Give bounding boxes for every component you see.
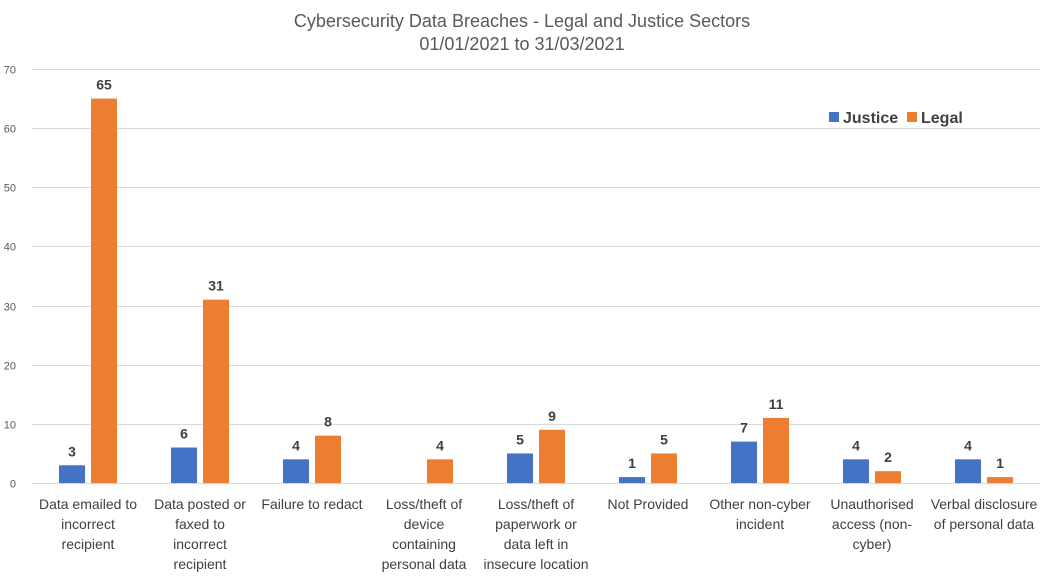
data-label: 1: [628, 455, 636, 471]
y-tick-label: 20: [4, 361, 16, 373]
bar-legal: [91, 98, 117, 484]
data-label: 8: [324, 414, 332, 430]
bar-legal: [203, 299, 229, 483]
data-label: 9: [548, 408, 556, 424]
bar-chart: Cybersecurity Data Breaches - Legal and …: [4, 11, 1040, 572]
y-tick-label: 10: [4, 420, 16, 432]
bar-justice: [843, 459, 869, 483]
x-tick-label: Verbal disclosure of personal data: [931, 496, 1038, 532]
x-tick-label: Failure to redact: [261, 496, 362, 512]
bar-legal: [651, 453, 677, 483]
bar-legal: [875, 471, 901, 483]
x-tick-label: Unauthorised access (non-cyber): [830, 496, 913, 552]
bar-justice: [731, 441, 757, 483]
y-tick-label: 50: [4, 183, 16, 195]
bar-justice: [171, 447, 197, 483]
x-tick-label: Loss/theft of device containing personal da…: [382, 496, 467, 572]
data-label: 4: [436, 437, 444, 453]
bar-legal: [763, 417, 789, 483]
data-label: 11: [769, 396, 784, 412]
bar-legal: [987, 477, 1013, 483]
data-label: 5: [660, 431, 668, 447]
bar-justice: [955, 459, 981, 483]
y-tick-label: 0: [10, 479, 16, 491]
data-label: 4: [964, 437, 972, 453]
y-tick-label: 30: [4, 302, 16, 314]
legend: Justice Legal: [829, 110, 963, 127]
bars: [59, 98, 1013, 484]
legend-label-legal: Legal: [921, 110, 963, 127]
legend-swatch-legal: [907, 112, 917, 122]
data-label: 3: [68, 443, 76, 459]
y-axis: 0 10 20 30 40 50 60 70: [4, 65, 16, 491]
legend-label-justice: Justice: [843, 110, 898, 127]
y-tick-label: 40: [4, 242, 16, 254]
data-label: 4: [852, 437, 860, 453]
y-tick-label: 70: [4, 65, 16, 77]
bar-legal: [539, 429, 565, 483]
bar-justice: [59, 465, 85, 483]
chart-title: Cybersecurity Data Breaches - Legal and …: [294, 11, 750, 31]
x-axis: Data emailed to incorrect recipient Data po…: [39, 496, 1038, 572]
data-label: 31: [208, 278, 224, 294]
data-label: 2: [884, 449, 892, 465]
bar-justice: [507, 453, 533, 483]
data-label: 7: [740, 420, 748, 436]
data-label: 1: [996, 455, 1004, 471]
data-label: 65: [96, 77, 112, 93]
x-tick-label: Data emailed to incorrect recipient: [39, 496, 137, 552]
x-tick-label: Data posted or faxed to incorrect recipient: [154, 496, 246, 572]
data-label: 4: [292, 437, 300, 453]
x-tick-label: Not Provided: [608, 496, 689, 512]
legend-swatch-justice: [829, 112, 839, 122]
bar-justice: [619, 477, 645, 483]
bar-justice: [283, 459, 309, 483]
gridlines: [32, 69, 1040, 484]
chart-subtitle: 01/01/2021 to 31/03/2021: [419, 34, 624, 54]
y-tick-label: 60: [4, 124, 16, 136]
data-label: 6: [180, 426, 188, 442]
x-tick-label: Other non-cyber incident: [709, 496, 810, 532]
bar-legal: [427, 459, 453, 483]
bar-legal: [315, 435, 341, 483]
x-tick-label: Loss/theft of paperwork or data left in ins…: [483, 496, 588, 572]
data-label: 5: [516, 431, 524, 447]
